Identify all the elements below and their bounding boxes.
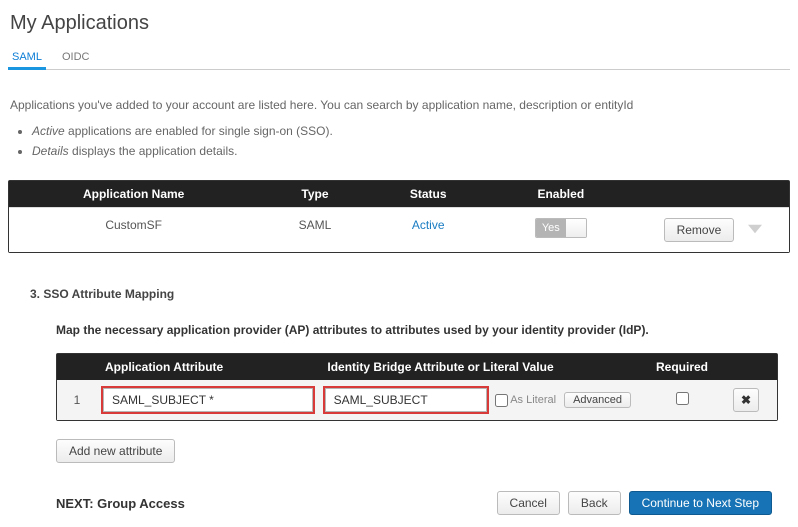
intro-bullet-active: Active applications are enabled for sing… xyxy=(32,122,790,140)
intro-active-rest: applications are enabled for single sign… xyxy=(65,124,333,138)
expand-caret-icon[interactable] xyxy=(748,222,762,239)
section-sso-attribute-mapping: 3. SSO Attribute Mapping Map the necessa… xyxy=(8,253,790,515)
enabled-toggle-blank xyxy=(566,219,586,237)
intro-details-rest: displays the application details. xyxy=(69,144,238,158)
enabled-toggle-yes: Yes xyxy=(536,219,566,237)
delete-attribute-button[interactable]: ✖ xyxy=(733,388,759,412)
app-type-cell: SAML xyxy=(258,208,371,252)
intro-bullet-details: Details displays the application details… xyxy=(32,142,790,160)
back-button[interactable]: Back xyxy=(568,491,621,515)
intro-details-em: Details xyxy=(32,144,69,158)
attribute-table: Application Attribute Identity Bridge At… xyxy=(56,353,778,421)
enabled-toggle[interactable]: Yes xyxy=(535,218,587,238)
remove-button[interactable]: Remove xyxy=(664,218,735,242)
idp-attribute-input[interactable] xyxy=(325,388,488,412)
app-status-link[interactable]: Active xyxy=(412,218,445,232)
as-literal-wrap[interactable]: As Literal xyxy=(495,394,556,407)
add-new-attribute-button[interactable]: Add new attribute xyxy=(56,439,175,463)
col-header-enabled: Enabled xyxy=(485,181,637,207)
tab-saml[interactable]: SAML xyxy=(8,45,58,69)
tabs: SAML OIDC xyxy=(8,41,790,70)
attr-row-index: 1 xyxy=(57,385,97,415)
as-literal-checkbox[interactable] xyxy=(495,394,508,407)
required-checkbox[interactable] xyxy=(676,392,689,405)
attr-col-idp: Identity Bridge Attribute or Literal Val… xyxy=(319,354,637,380)
apps-row: CustomSF SAML Active Yes Remove xyxy=(9,207,789,252)
attribute-row: 1 As Literal Advanced xyxy=(57,380,777,420)
apps-table: Application Name Type Status Enabled Cus… xyxy=(8,180,790,253)
app-attribute-input[interactable] xyxy=(103,388,313,412)
intro-lead: Applications you've added to your accoun… xyxy=(10,96,790,114)
intro-block: Applications you've added to your accoun… xyxy=(8,70,790,170)
advanced-button[interactable]: Advanced xyxy=(564,392,631,408)
tab-oidc[interactable]: OIDC xyxy=(58,45,106,69)
next-step-label: NEXT: Group Access xyxy=(56,496,185,511)
page-title: My Applications xyxy=(8,4,790,41)
intro-active-em: Active xyxy=(32,124,65,138)
as-literal-label: As Literal xyxy=(510,394,556,406)
section3-heading: 3. SSO Attribute Mapping xyxy=(30,287,778,301)
col-header-status: Status xyxy=(372,181,485,207)
cancel-button[interactable]: Cancel xyxy=(497,491,560,515)
app-name-cell: CustomSF xyxy=(9,208,258,252)
attr-col-req: Required xyxy=(637,354,727,380)
col-header-type: Type xyxy=(258,181,371,207)
col-header-name: Application Name xyxy=(9,181,258,207)
section3-desc: Map the necessary application provider (… xyxy=(30,323,778,337)
continue-button[interactable]: Continue to Next Step xyxy=(629,491,772,515)
attr-col-app: Application Attribute xyxy=(97,354,319,380)
